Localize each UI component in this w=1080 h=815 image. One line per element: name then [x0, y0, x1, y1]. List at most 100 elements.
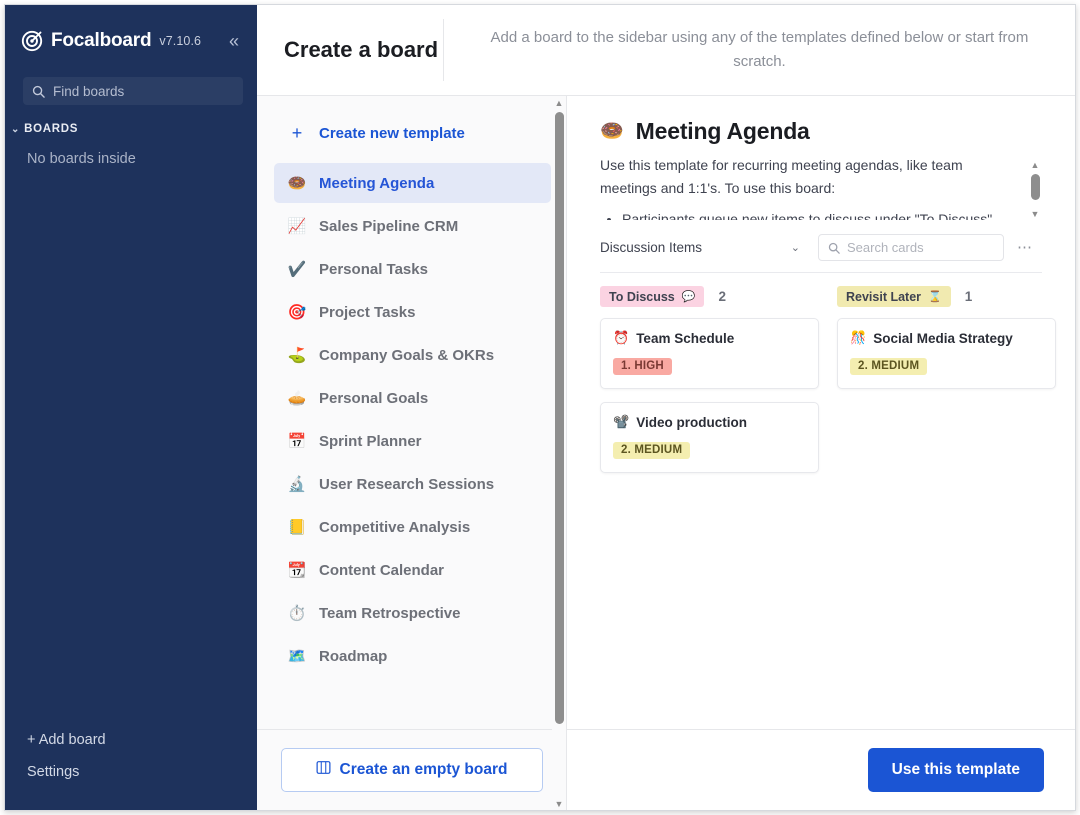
sidebar: Focalboard v7.10.6 « ⌄ BOARDS No boards …: [5, 5, 257, 810]
more-options-icon[interactable]: ⋯: [1017, 240, 1033, 255]
template-preview-body: 🍩 Meeting Agenda Use this template for r…: [567, 96, 1075, 729]
chevron-down-icon: ⌄: [790, 242, 800, 254]
template-list-panel: + Create new template 🍩 Meeting Agenda 📈 Sa…: [257, 96, 567, 810]
template-emoji-icon: 🍩: [600, 121, 624, 142]
kanban-column-count: 2: [718, 289, 726, 304]
template-list: + Create new template 🍩 Meeting Agenda 📈 Sa…: [257, 96, 566, 729]
kanban-card-title: Social Media Strategy: [873, 330, 1013, 346]
kanban-card[interactable]: ⏰ Team Schedule 1. HIGH: [600, 318, 819, 389]
template-list-footer: Create an empty board: [257, 729, 566, 810]
template-emoji-icon: ⏱️: [287, 604, 307, 622]
view-selector[interactable]: Discussion Items ⌄: [600, 240, 800, 255]
template-emoji-icon: 🗺️: [287, 647, 307, 665]
template-item-label: User Research Sessions: [319, 475, 495, 493]
template-item-competitive-analysis[interactable]: 📒 Competitive Analysis: [274, 507, 551, 547]
create-new-template-label: Create new template: [319, 124, 465, 142]
search-icon: [828, 242, 840, 254]
template-list-scrollbar[interactable]: ▲ ▼: [552, 96, 566, 810]
kanban-column-count: 1: [964, 289, 973, 304]
scrollbar-thumb[interactable]: [1031, 174, 1040, 200]
kanban-column: To Discuss 💬 2 ⏰ Team Schedule 1. HIGH 📽️ Video…: [600, 286, 819, 486]
template-item-personal-goals[interactable]: 🥧 Personal Goals: [274, 378, 551, 418]
kanban-card-title: Team Schedule: [636, 330, 735, 346]
boards-section-header[interactable]: ⌄ BOARDS: [11, 123, 257, 135]
focalboard-window: Focalboard v7.10.6 « ⌄ BOARDS No boards …: [4, 4, 1076, 811]
scroll-down-icon[interactable]: ▼: [1028, 207, 1042, 220]
template-item-label: Roadmap: [319, 647, 388, 665]
create-board-dialog: Create a board Add a board to the sideba…: [257, 5, 1075, 810]
template-emoji-icon: 🎯: [287, 303, 307, 321]
template-emoji-icon: 📅: [287, 432, 307, 450]
kanban-column: Revisit Later ⌛ 1 🎊 Social Media Strategy 2. …: [837, 286, 1056, 486]
kanban-card[interactable]: 📽️ Video production 2. MEDIUM: [600, 402, 819, 473]
template-emoji-icon: 🔬: [287, 475, 307, 493]
description-bullet-list: Participants queue new items to discuss …: [622, 208, 1012, 220]
template-item-sales-pipeline-crm[interactable]: 📈 Sales Pipeline CRM: [274, 206, 551, 246]
template-preview-panel: 🍩 Meeting Agenda Use this template for r…: [567, 96, 1075, 810]
dialog-header: Create a board Add a board to the sideba…: [257, 5, 1075, 96]
search-cards-input[interactable]: [847, 240, 994, 255]
template-item-label: Team Retrospective: [319, 604, 461, 622]
description-paragraph: Use this template for recurring meeting …: [600, 157, 963, 196]
chevron-down-icon: ⌄: [11, 123, 21, 135]
template-item-content-calendar[interactable]: 📆 Content Calendar: [274, 550, 551, 590]
create-new-template-button[interactable]: + Create new template: [274, 113, 551, 153]
view-name: Discussion Items: [600, 240, 703, 255]
kanban-card-emoji-icon: ⏰: [613, 330, 630, 345]
no-boards-message: No boards inside: [27, 151, 136, 167]
description-scrollbar[interactable]: ▲ ▼: [1028, 158, 1042, 220]
template-item-label: Sales Pipeline CRM: [319, 217, 459, 235]
scroll-up-icon[interactable]: ▲: [552, 96, 566, 109]
kanban-column-emoji-icon: ⌛: [928, 291, 942, 303]
template-item-label: Personal Goals: [319, 389, 429, 407]
collapse-sidebar-icon[interactable]: «: [225, 30, 243, 52]
template-item-company-goals-okrs[interactable]: ⛳ Company Goals & OKRs: [274, 335, 551, 375]
focalboard-logo-icon: [21, 30, 43, 52]
kanban-card-title-row: 📽️ Video production: [613, 414, 806, 430]
template-emoji-icon: 📆: [287, 561, 307, 579]
settings-button[interactable]: Settings: [27, 756, 257, 788]
sidebar-footer: + Add board Settings: [5, 724, 257, 810]
template-item-project-tasks[interactable]: 🎯 Project Tasks: [274, 292, 551, 332]
template-description: Use this template for recurring meeting …: [600, 154, 1042, 220]
kanban-card[interactable]: 🎊 Social Media Strategy 2. MEDIUM: [837, 318, 1056, 389]
search-icon: [32, 85, 45, 98]
scroll-down-icon[interactable]: ▼: [552, 797, 566, 810]
kanban-column-chip[interactable]: To Discuss 💬: [600, 286, 705, 307]
create-empty-board-button[interactable]: Create an empty board: [280, 748, 543, 792]
template-item-label: Competitive Analysis: [319, 518, 471, 536]
template-emoji-icon: 📈: [287, 217, 307, 235]
template-item-label: Content Calendar: [319, 561, 445, 579]
find-boards-input[interactable]: [53, 83, 234, 99]
kanban-card-title-row: 🎊 Social Media Strategy: [850, 330, 1043, 346]
template-item-team-retrospective[interactable]: ⏱️ Team Retrospective: [274, 593, 551, 633]
kanban-card-title-row: ⏰ Team Schedule: [613, 330, 806, 346]
template-item-personal-tasks[interactable]: ✔️ Personal Tasks: [274, 249, 551, 289]
use-this-template-button[interactable]: Use this template: [867, 748, 1044, 792]
search-cards-field[interactable]: [818, 234, 1004, 261]
template-item-meeting-agenda[interactable]: 🍩 Meeting Agenda: [274, 163, 551, 203]
add-board-button[interactable]: + Add board: [27, 724, 257, 756]
kanban-column-emoji-icon: 💬: [681, 291, 696, 303]
template-item-label: Sprint Planner: [319, 432, 422, 450]
template-item-roadmap[interactable]: 🗺️ Roadmap: [274, 636, 551, 676]
kanban-card-priority-badge: 2. MEDIUM: [850, 358, 928, 375]
kanban-column-header: To Discuss 💬 2: [600, 286, 819, 307]
template-item-user-research-sessions[interactable]: 🔬 User Research Sessions: [274, 464, 551, 504]
template-item-label: Personal Tasks: [319, 260, 428, 278]
app-name: Focalboard: [51, 30, 152, 51]
page-title: Create a board: [284, 36, 439, 62]
plus-icon: +: [291, 123, 303, 143]
scroll-up-icon[interactable]: ▲: [1028, 158, 1042, 171]
find-boards-field[interactable]: [23, 77, 243, 105]
template-item-label: Company Goals & OKRs: [319, 346, 495, 364]
sidebar-header: Focalboard v7.10.6 «: [5, 5, 257, 59]
template-item-sprint-planner[interactable]: 📅 Sprint Planner: [274, 421, 551, 461]
kanban-card-title: Video production: [636, 414, 747, 430]
template-title: Meeting Agenda: [635, 118, 810, 144]
scrollbar-thumb[interactable]: [555, 112, 564, 724]
app-version: v7.10.6: [159, 34, 202, 48]
kanban-column-chip[interactable]: Revisit Later ⌛: [837, 286, 951, 307]
preview-title-row: 🍩 Meeting Agenda: [567, 118, 1075, 145]
kanban-card-priority-badge: 1. HIGH: [613, 358, 672, 375]
